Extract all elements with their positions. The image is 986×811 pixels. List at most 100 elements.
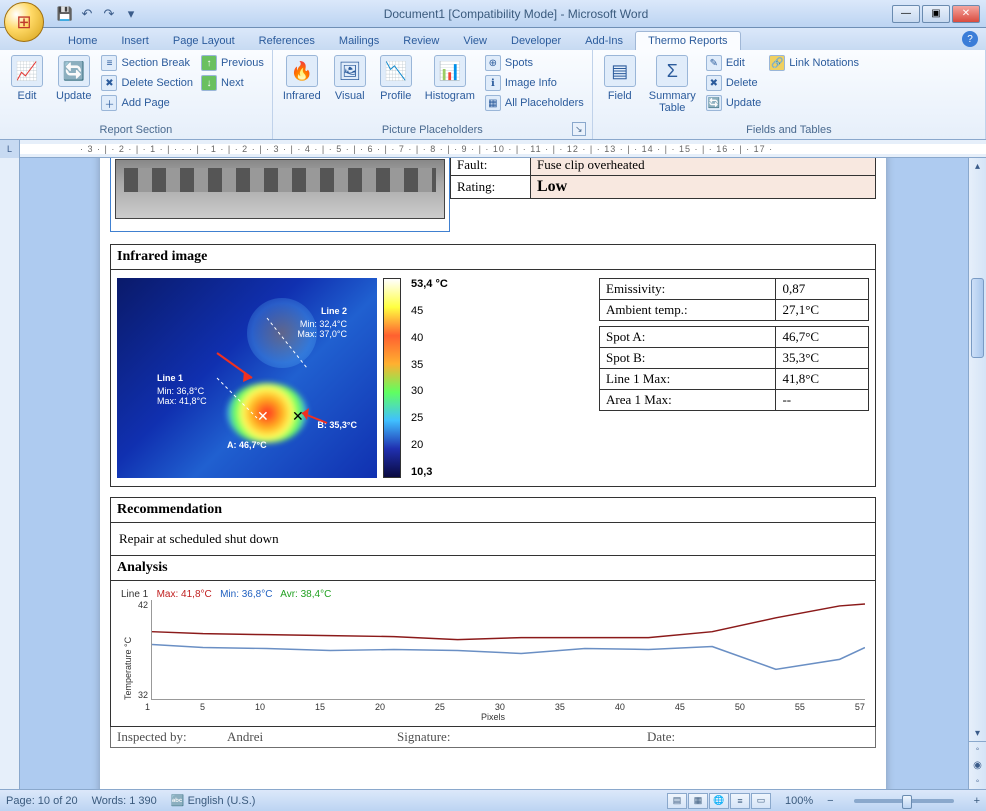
tab-references[interactable]: References [247, 32, 327, 50]
document-page[interactable]: Fault:Fuse clip overheated Rating:Low In… [100, 158, 886, 789]
group-label: Report Section [6, 122, 266, 136]
undo-icon[interactable]: ↶ [78, 5, 96, 23]
group-label: Fields and Tables [599, 122, 979, 136]
tab-mailings[interactable]: Mailings [327, 32, 391, 50]
field-icon: ▤ [604, 55, 636, 87]
section-break-button[interactable]: ≡Section Break [99, 54, 195, 72]
chart-xticks: 151015202530354045505557 [121, 700, 865, 712]
link-notations-button[interactable]: 🔗Link Notations [767, 54, 861, 72]
help-icon[interactable]: ? [962, 31, 978, 47]
browse-object-icon[interactable]: ◉ [969, 757, 986, 773]
fault-value: Fuse clip overheated [531, 158, 876, 176]
update-button[interactable]: 🔄Update [52, 53, 95, 104]
previous-button[interactable]: ↑Previous [199, 54, 266, 72]
view-web[interactable]: 🌐 [709, 793, 729, 809]
histogram-button[interactable]: 📊Histogram [421, 53, 479, 104]
qat-dropdown-icon[interactable]: ▾ [122, 5, 140, 23]
group-fields-tables: ▤Field ΣSummary Table ✎Edit ✖Delete 🔄Upd… [593, 50, 986, 139]
ruler-vertical[interactable] [0, 158, 20, 789]
profile-icon: 📉 [380, 55, 412, 87]
status-lang[interactable]: 🔤 English (U.S.) [171, 794, 256, 807]
photo-container [110, 158, 450, 232]
measurement-table: Emissivity:0,87 Ambient temp.:27,1°C Spo… [599, 278, 869, 411]
tab-view[interactable]: View [451, 32, 499, 50]
scroll-down-icon[interactable]: ▾ [969, 725, 986, 741]
colorbar [383, 278, 401, 478]
ft-update-button[interactable]: 🔄Update [704, 94, 763, 112]
fault-rating-table: Fault:Fuse clip overheated Rating:Low [450, 158, 876, 199]
fault-label: Fault: [451, 158, 531, 176]
spots-button[interactable]: ⊕Spots [483, 54, 586, 72]
ruler-horizontal[interactable]: L · 3 · | · 2 · | · 1 · | · · · | · 1 · … [0, 140, 986, 158]
signature-row: Inspected by: Andrei Signature: Date: [110, 727, 876, 748]
histogram-icon: 📊 [434, 55, 466, 87]
view-print-layout[interactable]: ▤ [667, 793, 687, 809]
visual-button[interactable]: 🖼Visual [329, 53, 371, 104]
prev-page-icon[interactable]: ◦ [969, 741, 986, 757]
tab-review[interactable]: Review [391, 32, 451, 50]
tab-home[interactable]: Home [56, 32, 109, 50]
quick-access-toolbar: 💾 ↶ ↷ ▾ [56, 5, 140, 23]
zoom-in-button[interactable]: + [974, 795, 980, 807]
edit-button[interactable]: 📈Edit [6, 53, 48, 104]
zoom-slider[interactable] [854, 799, 954, 803]
tab-thermo-reports[interactable]: Thermo Reports [635, 31, 740, 50]
view-full-screen[interactable]: ▦ [688, 793, 708, 809]
edit-icon: ✎ [706, 55, 722, 71]
profile-button[interactable]: 📉Profile [375, 53, 417, 104]
group-label: Picture Placeholders [382, 124, 483, 136]
delete-section-icon: ✖ [101, 75, 117, 91]
view-outline[interactable]: ≡ [730, 793, 750, 809]
next-button[interactable]: ↓Next [199, 74, 266, 92]
infrared-header: Infrared image [110, 244, 876, 270]
tab-page-layout[interactable]: Page Layout [161, 32, 247, 50]
status-page[interactable]: Page: 10 of 20 [6, 795, 78, 807]
scrollbar-vertical[interactable]: ▴ ▾ ◦ ◉ ◦ [968, 158, 986, 789]
close-button[interactable]: ✕ [952, 5, 980, 23]
group-report-section: 📈Edit 🔄Update ≡Section Break ✖Delete Sec… [0, 50, 273, 139]
infrared-button[interactable]: 🔥Infrared [279, 53, 325, 104]
add-page-icon: ＋ [101, 95, 117, 111]
spot-marker-b: ✕ [292, 408, 304, 425]
ft-edit-button[interactable]: ✎Edit [704, 54, 763, 72]
save-icon[interactable]: 💾 [56, 5, 74, 23]
summary-table-button[interactable]: ΣSummary Table [645, 53, 700, 116]
tab-developer[interactable]: Developer [499, 32, 573, 50]
office-button[interactable]: ⊞ [4, 2, 44, 42]
edit-icon: 📈 [11, 55, 43, 87]
all-placeholders-button[interactable]: ▦All Placeholders [483, 94, 586, 112]
next-page-icon[interactable]: ◦ [969, 773, 986, 789]
visual-icon: 🖼 [334, 55, 366, 87]
group-launcher-icon[interactable]: ↘ [572, 122, 586, 136]
field-button[interactable]: ▤Field [599, 53, 641, 104]
status-zoom[interactable]: 100% [785, 795, 813, 807]
ft-delete-button[interactable]: ✖Delete [704, 74, 763, 92]
delete-section-button[interactable]: ✖Delete Section [99, 74, 195, 92]
rating-value: Low [531, 176, 876, 199]
minimize-button[interactable]: — [892, 5, 920, 23]
tab-insert[interactable]: Insert [109, 32, 161, 50]
line2-min: Min: 32,4°C [300, 319, 347, 329]
image-info-button[interactable]: ℹImage Info [483, 74, 586, 92]
scroll-up-icon[interactable]: ▴ [969, 158, 986, 174]
rating-label: Rating: [451, 176, 531, 199]
spot-a-label: A: 46,7°C [227, 440, 267, 450]
infrared-section: Line 1 Min: 36,8°C Max: 41,8°C Line 2 Mi… [110, 270, 876, 487]
redo-icon[interactable]: ↷ [100, 5, 118, 23]
link-notations-icon: 🔗 [769, 55, 785, 71]
add-page-button[interactable]: ＋Add Page [99, 94, 195, 112]
status-words[interactable]: Words: 1 390 [92, 795, 157, 807]
tab-add-ins[interactable]: Add-Ins [573, 32, 635, 50]
view-draft[interactable]: ▭ [751, 793, 771, 809]
analysis-chart: Line 1 Max: 41,8°C Min: 36,8°C Avr: 38,4… [110, 581, 876, 727]
maximize-button[interactable]: ▣ [922, 5, 950, 23]
delete-icon: ✖ [706, 75, 722, 91]
section-break-icon: ≡ [101, 55, 117, 71]
scroll-thumb[interactable] [971, 278, 984, 358]
chart-xlabel: Pixels [121, 712, 865, 722]
analysis-header: Analysis [110, 556, 876, 581]
ribbon: 📈Edit 🔄Update ≡Section Break ✖Delete Sec… [0, 50, 986, 140]
zoom-out-button[interactable]: − [827, 795, 833, 807]
photo-placeholder [115, 159, 445, 219]
cb-top: 53,4 °C [411, 278, 448, 290]
